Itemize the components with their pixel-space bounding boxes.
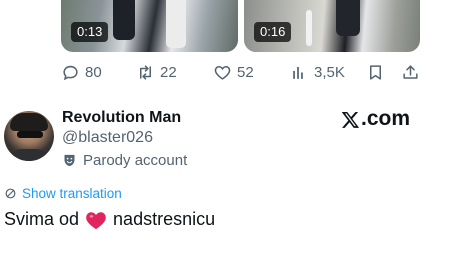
media-grid: 0:13 0:16 [0, 0, 450, 52]
x-brand-logo: .com [341, 107, 410, 131]
video-duration-badge: 0:16 [254, 22, 292, 42]
bookmark-icon [369, 64, 382, 80]
tweet-text: Svima od nadstresnicu [4, 209, 215, 230]
video-figure [306, 10, 312, 46]
tweet-text-end: nadstresnicu [113, 209, 216, 229]
repost-count: 22 [160, 63, 177, 81]
views-button[interactable]: 3,5K [290, 60, 345, 84]
view-count: 3,5K [314, 63, 345, 81]
tweet-text-start: Svima od [4, 209, 80, 229]
reply-count: 80 [85, 63, 102, 81]
video-figure [166, 0, 186, 48]
show-translation-label[interactable]: Show translation [22, 186, 122, 201]
video-duration-badge: 0:13 [71, 22, 109, 42]
avatar[interactable] [4, 111, 54, 161]
share-button[interactable] [401, 60, 420, 84]
views-bar-chart-icon [293, 66, 303, 79]
repost-icon [139, 64, 152, 80]
reply-button[interactable]: 80 [61, 60, 102, 84]
video-figure [113, 0, 135, 40]
video-thumbnail-1[interactable]: 0:13 [61, 0, 238, 52]
like-button[interactable]: 52 [213, 60, 254, 84]
theater-mask-icon [64, 154, 75, 167]
tweet-action-bar: 80 22 52 3,5K [0, 60, 450, 84]
brand-suffix: .com [360, 107, 410, 130]
translate-icon [5, 188, 16, 199]
video-figure [336, 0, 360, 36]
bookmark-button[interactable] [366, 60, 385, 84]
parody-label-text: Parody account [83, 152, 188, 169]
x-logo-icon [341, 111, 360, 128]
author-name[interactable]: Revolution Man [62, 109, 181, 127]
repost-button[interactable]: 22 [136, 60, 177, 84]
video-thumbnail-2[interactable]: 0:16 [244, 0, 420, 52]
parody-account-label: Parody account [62, 152, 187, 169]
reply-icon [63, 65, 78, 80]
like-count: 52 [237, 63, 254, 81]
show-translation-link[interactable]: Show translation [4, 186, 122, 201]
heart-outline-icon [214, 65, 231, 80]
share-icon [403, 64, 418, 79]
author-handle[interactable]: @blaster026 [62, 129, 153, 147]
red-heart-emoji [85, 210, 107, 230]
